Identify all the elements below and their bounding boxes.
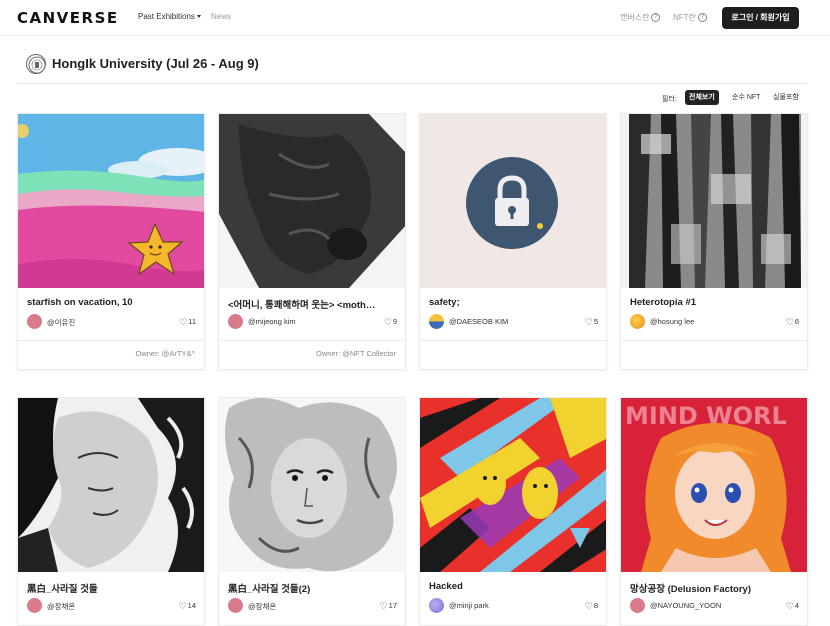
card-divider bbox=[18, 340, 204, 341]
author-name[interactable]: @DAESEOB KIM bbox=[449, 317, 508, 326]
card-divider bbox=[219, 340, 405, 341]
avatar[interactable] bbox=[228, 314, 243, 329]
like-count[interactable]: ♡8 bbox=[585, 601, 598, 612]
like-count[interactable]: ♡9 bbox=[384, 317, 397, 328]
past-exhibitions-label: Past Exhibitions bbox=[138, 12, 195, 21]
owner-name[interactable]: @NFT Collector bbox=[342, 349, 396, 358]
owner-label: Owner: bbox=[315, 349, 341, 358]
like-count-value: 14 bbox=[187, 601, 196, 610]
artwork-card[interactable]: 黑白_사라질 것들(2) @장채온 ♡17 bbox=[218, 397, 406, 626]
filter-bar: 필터: 전체보기 순수 NFT 실물포함 bbox=[662, 90, 812, 106]
like-count-value: 9 bbox=[392, 317, 397, 326]
avatar[interactable] bbox=[630, 314, 645, 329]
artwork-card[interactable]: starfish on vacation, 10 @이유진 ♡11 Owner:… bbox=[17, 113, 205, 370]
top-navbar: CANVERSE Past Exhibitions News 캔버스란? NFT… bbox=[0, 0, 830, 36]
like-count-value: 5 bbox=[593, 317, 598, 326]
like-count[interactable]: ♡11 bbox=[179, 317, 196, 328]
header-divider bbox=[17, 83, 807, 84]
artwork-card[interactable]: Hacked @minji park ♡8 bbox=[419, 397, 607, 626]
artwork-image[interactable] bbox=[18, 114, 204, 288]
card-divider bbox=[420, 340, 606, 341]
artwork-title[interactable]: 망상공장 (Delusion Factory) bbox=[630, 581, 802, 595]
canvers-info-label: 캔버스란 bbox=[620, 13, 650, 22]
question-circle-icon: ? bbox=[651, 13, 661, 23]
heart-outline-icon: ♡ bbox=[785, 317, 794, 327]
like-count-value: 8 bbox=[593, 601, 598, 610]
canvers-info-link[interactable]: 캔버스란? bbox=[620, 12, 661, 23]
canverse-logo[interactable]: CANVERSE bbox=[17, 9, 119, 27]
artwork-card[interactable]: Heterotopia #1 @hosung lee ♡6 bbox=[620, 113, 808, 370]
like-count[interactable]: ♡4 bbox=[786, 601, 799, 612]
author-name[interactable]: @이유진 bbox=[47, 317, 75, 328]
filter-label: 필터: bbox=[662, 96, 677, 103]
heart-outline-icon: ♡ bbox=[383, 317, 392, 327]
artwork-card[interactable]: safety; @DAESEOB KIM ♡5 bbox=[419, 113, 607, 370]
heart-outline-icon: ♡ bbox=[584, 317, 593, 327]
news-link[interactable]: News bbox=[211, 12, 231, 21]
author-name[interactable]: @장채온 bbox=[47, 601, 75, 612]
filter-all-button[interactable]: 전체보기 bbox=[685, 90, 719, 105]
exhibition-title: HongIk University (Jul 26 - Aug 9) bbox=[52, 56, 259, 71]
artwork-card[interactable]: MIND WORL 망상공장 (Delusion Factory) @NAYOU… bbox=[620, 397, 808, 626]
caret-down-icon bbox=[196, 15, 201, 19]
login-signup-button[interactable]: 로그인 / 회원가입 bbox=[722, 7, 799, 29]
heart-outline-icon: ♡ bbox=[379, 601, 388, 611]
artwork-image[interactable] bbox=[420, 398, 606, 572]
artwork-image[interactable] bbox=[219, 398, 405, 572]
artwork-title[interactable]: 黑白_사라질 것들 bbox=[27, 581, 199, 595]
heart-outline-icon: ♡ bbox=[584, 601, 593, 611]
artwork-title[interactable]: <어머니, 통쾌해하며 웃는> <moth… bbox=[228, 297, 400, 311]
artwork-image[interactable] bbox=[219, 114, 405, 288]
avatar[interactable] bbox=[27, 314, 42, 329]
like-count[interactable]: ♡5 bbox=[585, 317, 598, 328]
heart-outline-icon: ♡ bbox=[179, 317, 188, 327]
heart-outline-icon: ♡ bbox=[785, 601, 794, 611]
avatar[interactable] bbox=[429, 314, 444, 329]
artwork-image[interactable] bbox=[621, 114, 807, 288]
artwork-card[interactable]: <어머니, 통쾌해하며 웃는> <moth… @mijeong kim ♡9 O… bbox=[218, 113, 406, 370]
like-count-value: 6 bbox=[794, 317, 799, 326]
filter-physical-button[interactable]: 실물포함 bbox=[769, 90, 803, 105]
like-count[interactable]: ♡14 bbox=[179, 601, 196, 612]
avatar[interactable] bbox=[630, 598, 645, 613]
card-divider bbox=[621, 340, 807, 341]
artwork-title[interactable]: safety; bbox=[429, 297, 601, 308]
heart-outline-icon: ♡ bbox=[178, 601, 187, 611]
artwork-image[interactable]: MIND WORL bbox=[621, 398, 807, 572]
university-emblem bbox=[26, 54, 46, 74]
author-name[interactable]: @minji park bbox=[449, 601, 489, 610]
owner-info: Owner: @ArTY&^ bbox=[135, 349, 195, 358]
artwork-image[interactable] bbox=[18, 398, 204, 572]
like-count-value: 4 bbox=[794, 601, 799, 610]
author-name[interactable]: @mijeong kim bbox=[248, 317, 296, 326]
owner-label: Owner: bbox=[135, 349, 160, 358]
artwork-title[interactable]: starfish on vacation, 10 bbox=[27, 297, 199, 308]
owner-info: Owner: @NFT Collector bbox=[316, 349, 396, 358]
owner-name[interactable]: @ArTY&^ bbox=[162, 349, 195, 358]
author-name[interactable]: @hosung lee bbox=[650, 317, 694, 326]
author-name[interactable]: @장채온 bbox=[248, 601, 276, 612]
artwork-title[interactable]: 黑白_사라질 것들(2) bbox=[228, 581, 400, 595]
author-name[interactable]: @NAYOUNG_YOON bbox=[650, 601, 721, 610]
filter-pure-nft-button[interactable]: 순수 NFT bbox=[728, 90, 764, 105]
artwork-image[interactable] bbox=[420, 114, 606, 288]
avatar[interactable] bbox=[429, 598, 444, 613]
nft-info-link[interactable]: NFT란? bbox=[673, 12, 707, 23]
artwork-card[interactable]: 黑白_사라질 것들 @장채온 ♡14 bbox=[17, 397, 205, 626]
artwork-title[interactable]: Heterotopia #1 bbox=[630, 297, 802, 308]
past-exhibitions-menu[interactable]: Past Exhibitions bbox=[138, 12, 201, 21]
nft-info-label: NFT란 bbox=[673, 13, 696, 22]
artwork-title[interactable]: Hacked bbox=[429, 581, 601, 592]
like-count[interactable]: ♡6 bbox=[786, 317, 799, 328]
avatar[interactable] bbox=[27, 598, 42, 613]
avatar[interactable] bbox=[228, 598, 243, 613]
question-circle-icon: ? bbox=[697, 13, 707, 23]
like-count-value: 11 bbox=[188, 317, 196, 326]
like-count-value: 17 bbox=[388, 601, 397, 610]
like-count[interactable]: ♡17 bbox=[380, 601, 397, 612]
